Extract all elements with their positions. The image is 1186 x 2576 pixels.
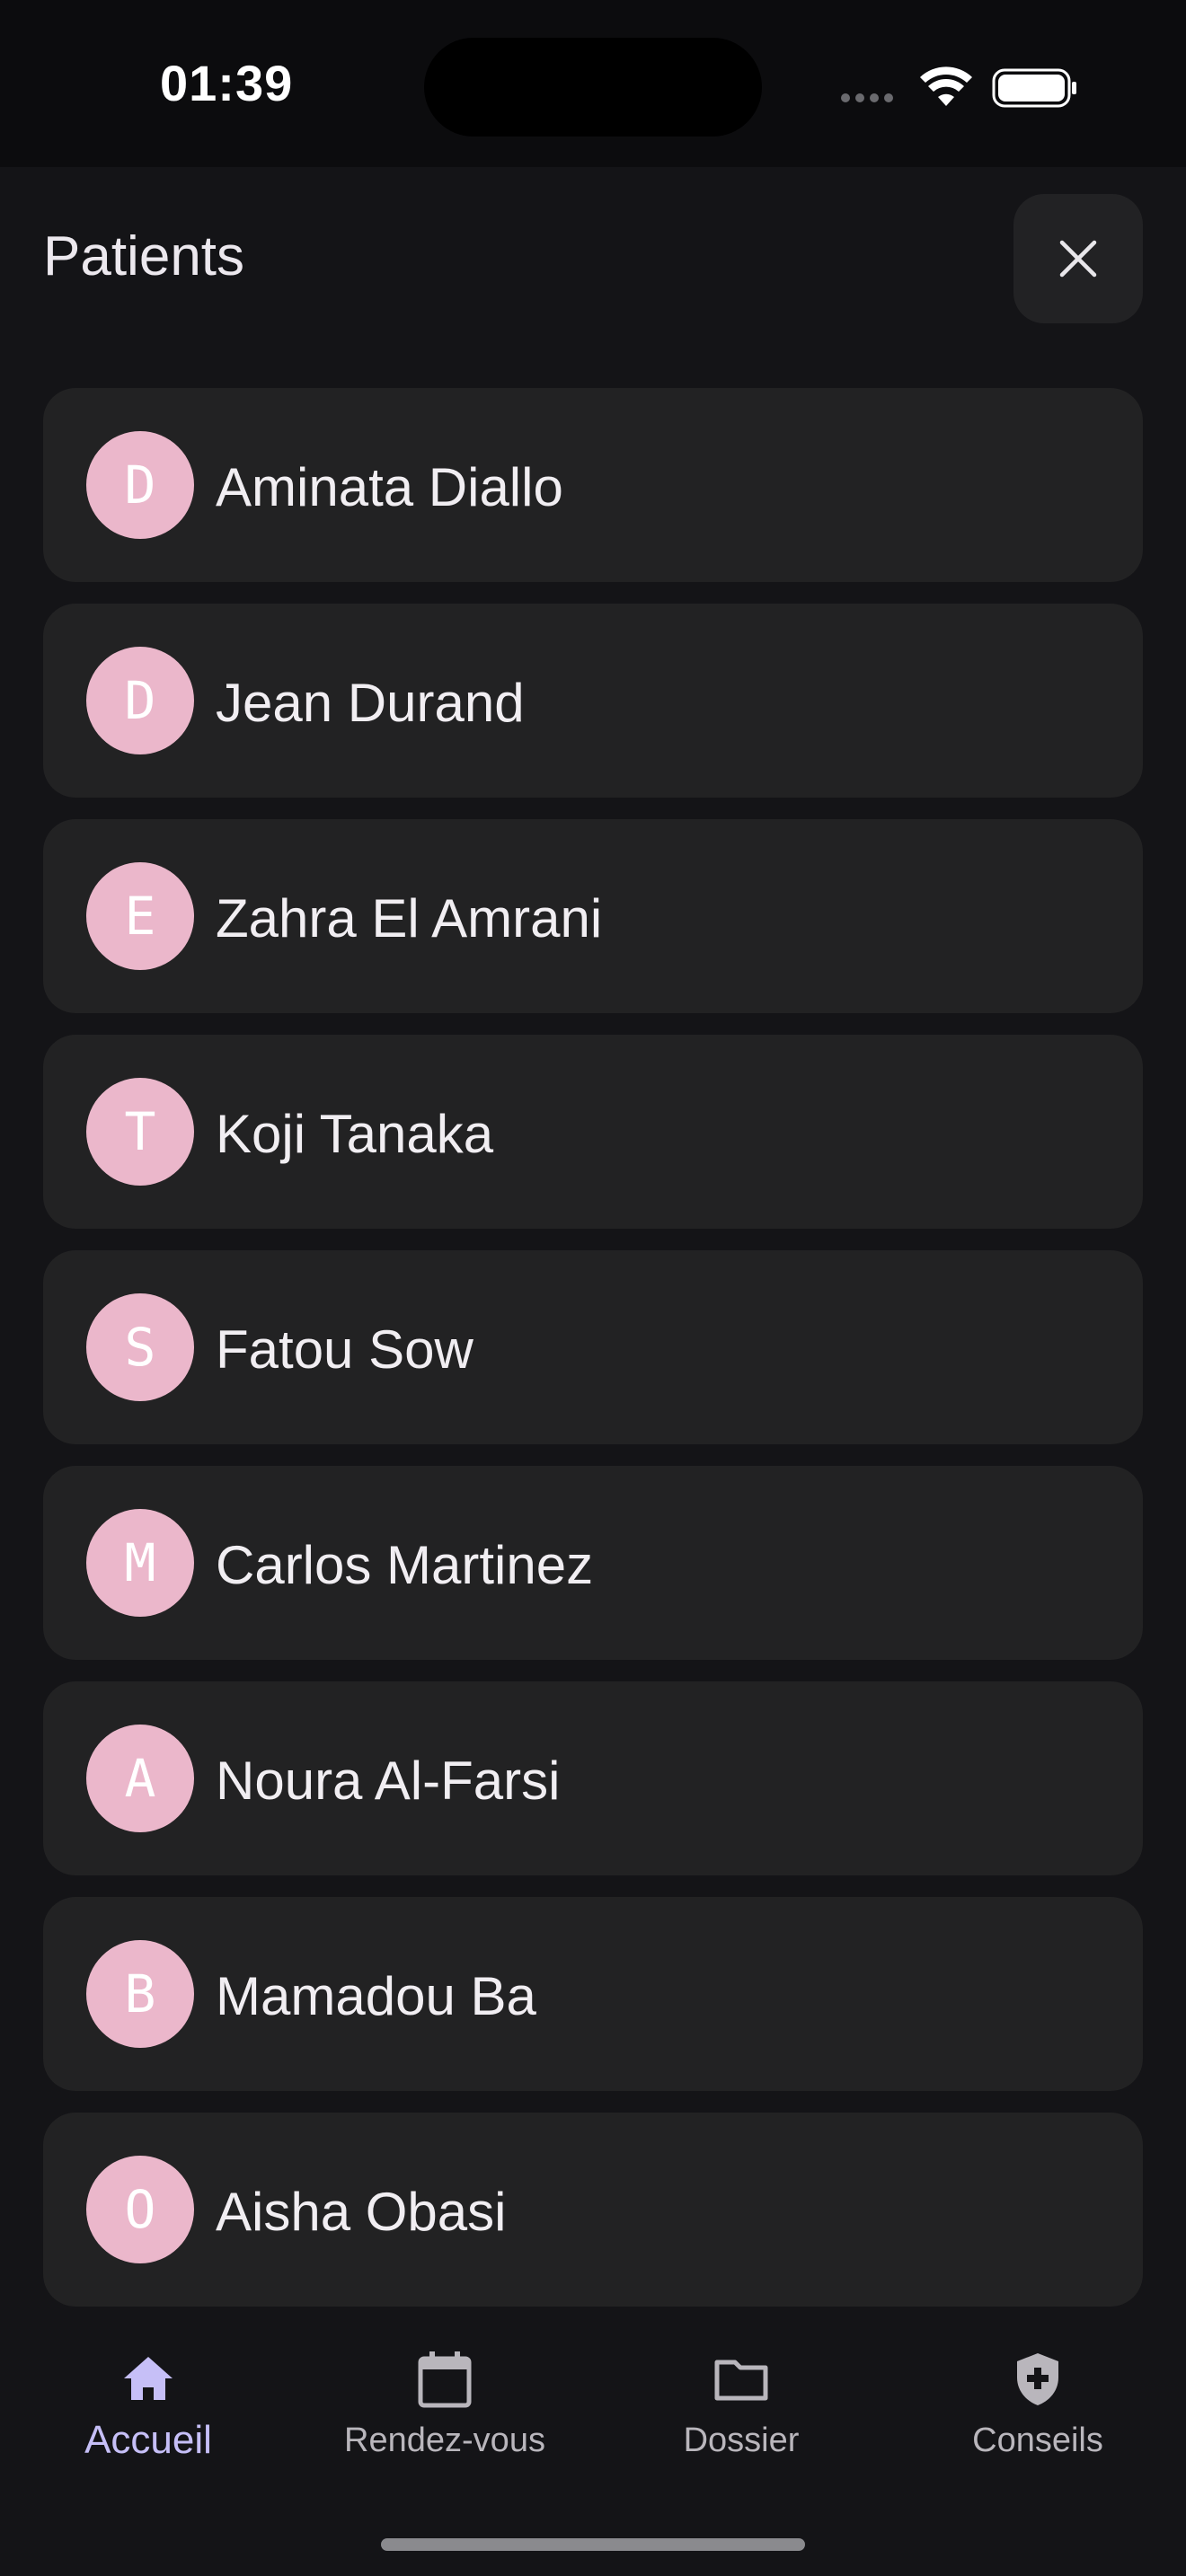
patient-card[interactable]: S Fatou Sow xyxy=(43,1250,1143,1444)
home-icon xyxy=(124,2357,173,2400)
home-indicator[interactable] xyxy=(381,2538,805,2551)
nav-label: Rendez-vous xyxy=(344,2422,545,2459)
shield-icon xyxy=(1017,2353,1058,2405)
patient-name: Aisha Obasi xyxy=(216,2182,507,2242)
close-button[interactable] xyxy=(1013,194,1143,323)
avatar: D xyxy=(86,647,194,754)
patient-card[interactable]: D Jean Durand xyxy=(43,604,1143,798)
patient-name: Carlos Martinez xyxy=(216,1535,594,1595)
nav-item-conseils[interactable]: Conseils xyxy=(890,2339,1186,2510)
avatar: E xyxy=(86,862,194,970)
dynamic-island xyxy=(424,38,762,137)
status-time: 01:39 xyxy=(160,55,294,111)
nav-label: Conseils xyxy=(972,2422,1103,2459)
folder-icon xyxy=(714,2360,768,2401)
patient-list: D Aminata Diallo D Jean Durand E Zahra E… xyxy=(43,388,1143,2328)
patient-card[interactable]: M Carlos Martinez xyxy=(43,1466,1143,1660)
page-title: Patients xyxy=(43,225,245,287)
close-icon xyxy=(1059,240,1097,278)
avatar: D xyxy=(86,431,194,539)
avatar: S xyxy=(86,1293,194,1401)
patient-name: Aminata Diallo xyxy=(216,457,563,517)
patient-name: Noura Al-Farsi xyxy=(216,1751,561,1811)
patient-name: Fatou Sow xyxy=(216,1319,474,1380)
patient-card[interactable]: D Aminata Diallo xyxy=(43,388,1143,582)
battery-icon xyxy=(992,68,1076,108)
patient-name: Koji Tanaka xyxy=(216,1104,494,1164)
wifi-icon xyxy=(920,66,972,106)
avatar: A xyxy=(86,1725,194,1832)
status-bar: 01:39 xyxy=(0,0,1186,167)
nav-label: Dossier xyxy=(683,2422,800,2459)
patient-card[interactable]: A Noura Al-Farsi xyxy=(43,1681,1143,1875)
avatar: B xyxy=(86,1940,194,2048)
patient-card[interactable]: O Aisha Obasi xyxy=(43,2113,1143,2307)
signal-icon xyxy=(841,93,893,102)
nav-label: Accueil xyxy=(84,2418,212,2462)
patient-card[interactable]: E Zahra El Amrani xyxy=(43,819,1143,1013)
patient-card[interactable]: B Mamadou Ba xyxy=(43,1897,1143,2091)
patient-name: Mamadou Ba xyxy=(216,1966,536,2026)
calendar-icon xyxy=(418,2351,472,2408)
avatar: T xyxy=(86,1078,194,1186)
avatar: O xyxy=(86,2156,194,2263)
header: Patients xyxy=(0,167,1186,383)
nav-item-accueil[interactable]: Accueil xyxy=(0,2339,296,2510)
patient-name: Jean Durand xyxy=(216,673,525,733)
nav-item-rendez-vous[interactable]: Rendez-vous xyxy=(296,2339,593,2510)
patients-screen: Patients D Aminata Diallo D Jean Durand … xyxy=(0,167,1186,2576)
patient-name: Zahra El Amrani xyxy=(216,888,603,948)
avatar: M xyxy=(86,1509,194,1617)
patient-card[interactable]: T Koji Tanaka xyxy=(43,1035,1143,1229)
nav-item-dossier[interactable]: Dossier xyxy=(593,2339,890,2510)
